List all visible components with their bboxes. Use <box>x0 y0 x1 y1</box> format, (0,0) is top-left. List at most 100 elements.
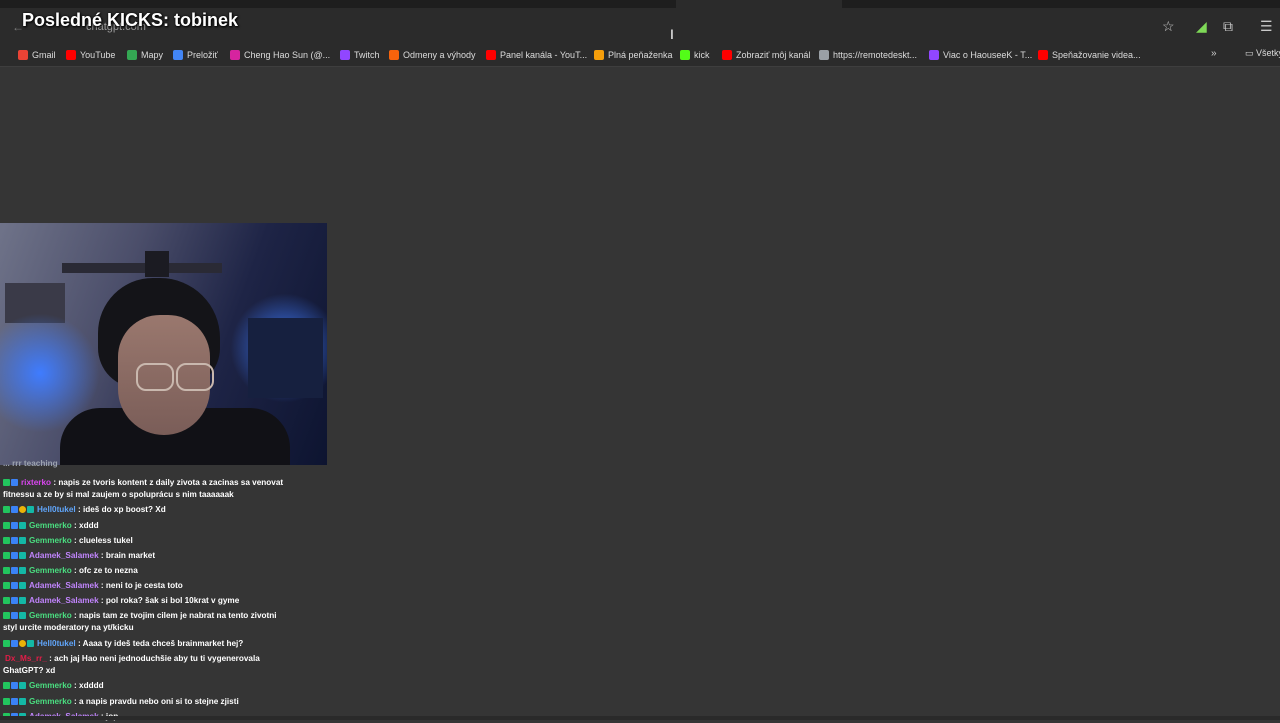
bookmark-label: Twitch <box>354 50 380 60</box>
bookmark-label: YouTube <box>80 50 116 60</box>
chat-message: rixterko : napis ze tvoris kontent z dai… <box>3 477 323 501</box>
chat-text: : xdddd <box>71 681 104 691</box>
chat-username[interactable]: Gemmerko <box>29 536 72 545</box>
chat-badge-icon <box>3 612 10 620</box>
twitch-icon <box>929 50 939 60</box>
chat-text: : napis tam ze tvojim cilem je nabrat na… <box>71 611 277 621</box>
star-icon[interactable]: ☆ <box>1162 18 1175 35</box>
chat-badge-icon <box>19 640 26 648</box>
chat-message: Adamek_Salamek : pol roka? šak si bol 10… <box>3 595 323 607</box>
bookmark-label: Odmeny a výhody <box>403 50 476 60</box>
chat-badge-icon <box>19 522 26 530</box>
chat-text: : ofc ze to nezna <box>71 566 138 576</box>
bookmark-label: Preložiť <box>187 50 218 60</box>
bookmark-label: Panel kanála - YouT... <box>500 50 588 60</box>
active-tab[interactable] <box>676 0 842 8</box>
chat-badge-icon <box>3 698 10 706</box>
chat-panel: ... rrr teaching rixterko : napis ze tvor… <box>0 458 330 721</box>
twitch-icon <box>340 50 350 60</box>
chat-message: Hell0tukel : ideš do xp boost? Xd <box>3 504 323 516</box>
chat-badge-icon <box>3 552 10 560</box>
bookmark-4[interactable]: Cheng Hao Sun (@... <box>230 48 330 62</box>
chat-badge-icon <box>19 567 26 575</box>
chat-text-continued: fitnessu a ze by si mal zaujem o spolupr… <box>3 490 234 500</box>
translate-icon <box>173 50 183 60</box>
chat-message: Gemmerko : napis tam ze tvojim cilem je … <box>3 610 323 634</box>
stream-overlay-title: Posledné KICKS: tobinek <box>22 10 239 30</box>
chat-username[interactable]: Hell0tukel <box>37 505 76 514</box>
all-bookmarks-folder[interactable]: ▭ Všetky <box>1245 48 1280 59</box>
bookmark-label: Plná peňaženka <box>608 50 673 60</box>
chat-badge-icon <box>11 522 18 530</box>
bookmark-label: Gmail <box>32 50 56 60</box>
bookmark-8[interactable]: Plná peňaženka <box>594 48 673 62</box>
chat-message: Gemmerko : clueless tukel <box>3 535 323 547</box>
chat-badge-icon <box>3 582 10 590</box>
bookmark-13[interactable]: Speňažovanie videa... <box>1038 48 1141 62</box>
chat-username[interactable]: Adamek_Salamek <box>29 581 99 590</box>
chat-badge-icon <box>11 640 18 648</box>
bookmark-label: kick <box>694 50 710 60</box>
text-cursor-icon: I <box>670 26 674 42</box>
chat-message: Gemmerko : a napis pravdu nebo oni si to… <box>3 696 323 708</box>
chat-username[interactable]: Hell0tukel <box>37 639 76 648</box>
chat-badge-icon <box>3 682 10 690</box>
chat-text: : napis ze tvoris kontent z daily zivota… <box>51 478 284 488</box>
chat-username[interactable]: Gemmerko <box>29 681 72 690</box>
extensions-icon[interactable]: ⧉ <box>1223 18 1233 35</box>
bookmark-1[interactable]: YouTube <box>66 48 115 62</box>
bookmark-0[interactable]: Gmail <box>18 48 56 62</box>
chat-badge-icon <box>11 537 18 545</box>
chat-badge-icon <box>3 506 10 514</box>
bookmark-6[interactable]: Odmeny a výhody <box>389 48 476 62</box>
chat-badge-icon <box>11 698 18 706</box>
wallet-icon <box>594 50 604 60</box>
bookmark-9[interactable]: kick <box>680 48 710 62</box>
kick-icon <box>680 50 690 60</box>
bookmark-10[interactable]: Zobraziť môj kanál <box>722 48 810 62</box>
chat-badge-icon <box>19 698 26 706</box>
chat-badge-icon <box>11 567 18 575</box>
chat-username[interactable]: Adamek_Salamek <box>29 551 99 560</box>
chat-text-continued: styl urcite moderatory na yt/kicku <box>3 623 134 633</box>
chat-text: : Aaaa ty ideš teda chceš brainmarket he… <box>75 639 244 649</box>
chat-badge-icon <box>11 479 18 487</box>
chat-username[interactable]: Adamek_Salamek <box>29 596 99 605</box>
chat-username[interactable]: Gemmerko <box>29 566 72 575</box>
bookmark-2[interactable]: Mapy <box>127 48 163 62</box>
bookmark-11[interactable]: https://remotedeskt... <box>819 48 917 62</box>
chat-text-continued: GhatGPT? xd <box>3 666 56 675</box>
menu-icon[interactable]: ☰ <box>1260 18 1273 35</box>
chat-badge-icon <box>19 597 26 605</box>
bookmark-label: Cheng Hao Sun (@... <box>244 50 331 60</box>
bookmarks-overflow-icon[interactable]: » <box>1211 48 1217 59</box>
chat-badge-icon <box>11 582 18 590</box>
taskbar-edge <box>0 716 1280 720</box>
bookmark-12[interactable]: Viac o HaouseeK - T... <box>929 48 1032 62</box>
maps-icon <box>127 50 137 60</box>
instagram-icon <box>230 50 240 60</box>
chat-badge-icon <box>3 479 10 487</box>
chat-badge-icon <box>3 537 10 545</box>
chat-badge-icon <box>19 582 26 590</box>
chat-message: Gemmerko : xddd <box>3 520 323 532</box>
chat-badge-icon <box>19 506 26 514</box>
chat-username[interactable]: rixterko <box>21 478 51 487</box>
chat-badge-icon <box>19 552 26 560</box>
chat-badge-icon <box>27 640 34 648</box>
chat-badge-icon <box>19 537 26 545</box>
extension-leaf-icon[interactable]: ◢ <box>1196 18 1207 35</box>
chat-username[interactable]: Gemmerko <box>29 521 72 530</box>
chat-username[interactable]: Gemmerko <box>29 611 72 620</box>
gmail-icon <box>18 50 28 60</box>
chat-text: : xddd <box>71 521 99 531</box>
bookmark-3[interactable]: Preložiť <box>173 48 218 62</box>
chat-username[interactable]: Gemmerko <box>29 697 72 706</box>
chat-badge-icon <box>19 682 26 690</box>
chat-badge-icon <box>11 597 18 605</box>
bookmark-label: Speňažovanie videa... <box>1052 50 1141 60</box>
bookmark-7[interactable]: Panel kanála - YouT... <box>486 48 587 62</box>
chat-badge-icon <box>27 506 34 514</box>
bookmark-5[interactable]: Twitch <box>340 48 380 62</box>
chat-username[interactable]: Dx_Ms_rr_ <box>5 654 47 663</box>
